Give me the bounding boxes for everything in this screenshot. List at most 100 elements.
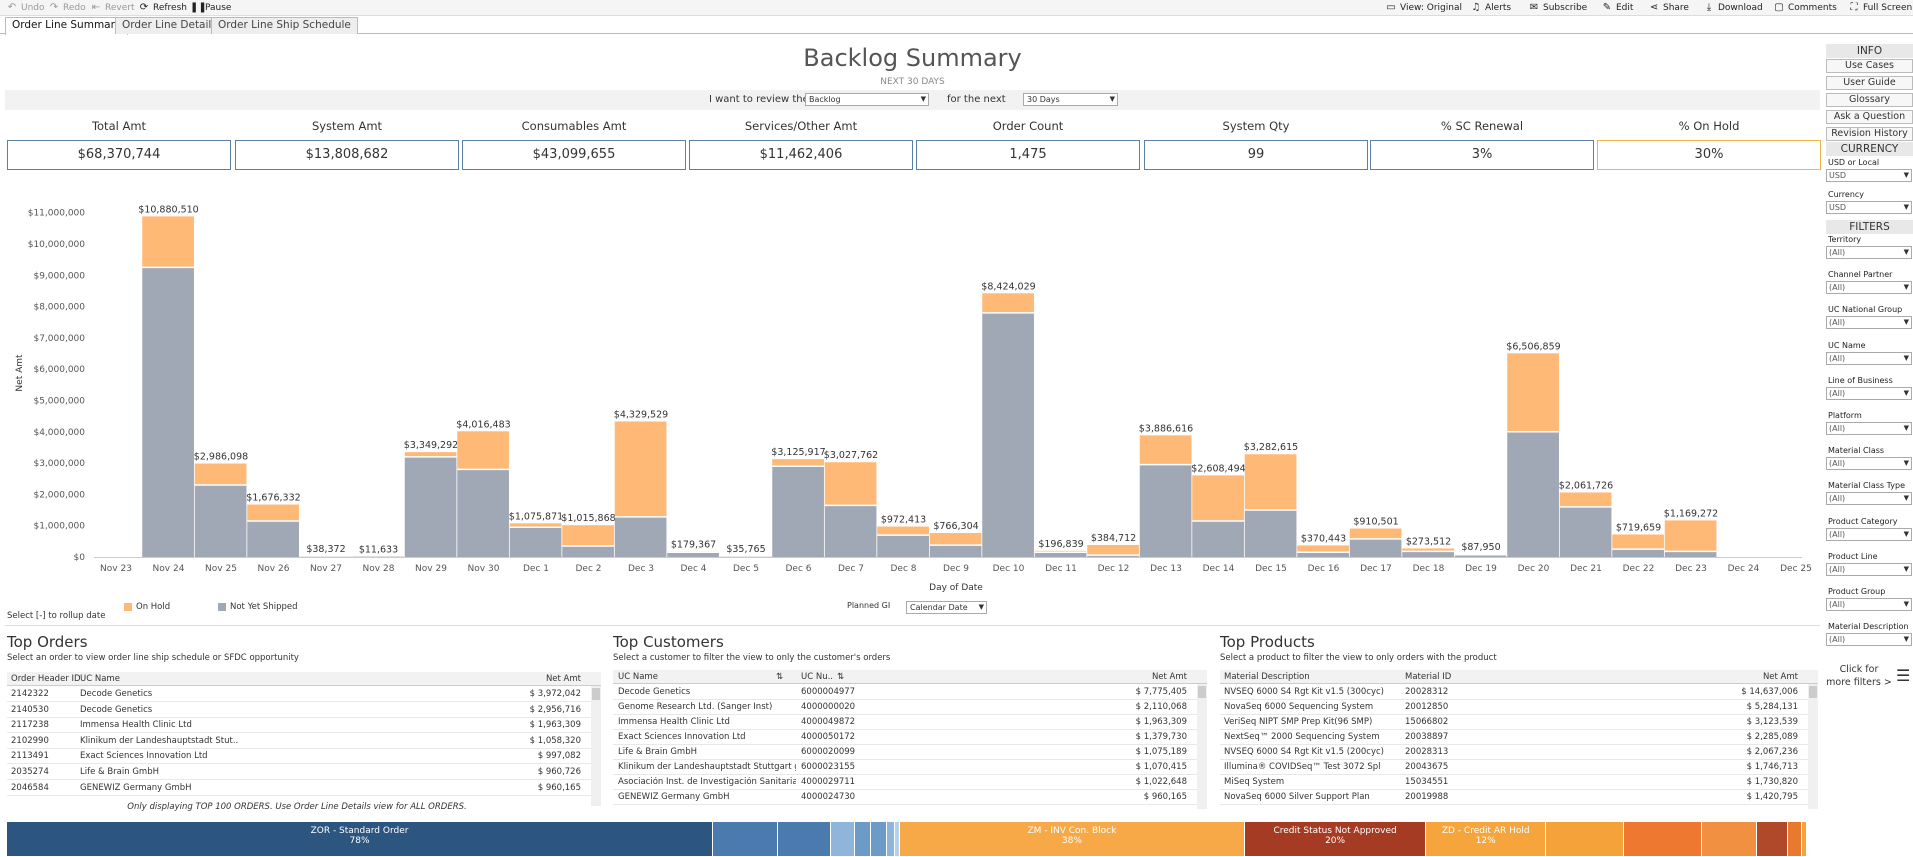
- bar-not-yet-shipped[interactable]: [1244, 510, 1297, 557]
- download-button[interactable]: ⤓ Download: [1703, 2, 1763, 14]
- bar-not-yet-shipped[interactable]: [457, 469, 509, 557]
- table-row[interactable]: NovaSeq 6000 Silver Support Plan 20019988…: [1220, 790, 1808, 805]
- table-row[interactable]: 2117238 Immensa Health Clinic Ltd $ 1,963,…: [7, 718, 591, 734]
- kpi-value-sc-renewal[interactable]: 3%: [1370, 140, 1594, 170]
- bar-on-hold[interactable]: [194, 463, 247, 485]
- table-row[interactable]: Illumina® COVIDSeq™ Test 3072 Spl 2004367…: [1220, 760, 1808, 775]
- bar-on-hold[interactable]: [1297, 545, 1349, 553]
- treemap-cell[interactable]: [1802, 822, 1808, 856]
- filter-select[interactable]: (All) ▼: [1826, 457, 1912, 471]
- tab-order-line-ship-schedule[interactable]: Order Line Ship Schedule: [211, 17, 358, 34]
- share-button[interactable]: ⋖ Share: [1648, 2, 1689, 14]
- bar-on-hold[interactable]: [1612, 534, 1664, 550]
- bar-on-hold[interactable]: [1192, 475, 1244, 521]
- bar-not-yet-shipped[interactable]: [1664, 551, 1717, 557]
- bar-on-hold[interactable]: [1507, 353, 1559, 432]
- table-row[interactable]: Life & Brain GmbH 6000020099 $ 1,075,189: [613, 745, 1197, 760]
- bar-not-yet-shipped[interactable]: [509, 527, 562, 557]
- kpi-value-consumables-amt[interactable]: $43,099,655: [462, 140, 686, 170]
- bar-on-hold[interactable]: [824, 462, 877, 506]
- bar-on-hold[interactable]: [1559, 492, 1612, 507]
- bar-on-hold[interactable]: [929, 533, 982, 546]
- bar-on-hold[interactable]: [614, 421, 667, 517]
- treemap-cell[interactable]: [1787, 822, 1803, 856]
- bar-not-yet-shipped[interactable]: [982, 312, 1034, 557]
- treemap-cell[interactable]: ZM - INV Con. Block 38%: [899, 822, 1245, 856]
- legend-not-shipped[interactable]: Not Yet Shipped: [218, 602, 297, 612]
- table-row[interactable]: Decode Genetics 6000004977 $ 7,775,405: [613, 685, 1197, 700]
- bar-on-hold[interactable]: [1349, 528, 1402, 539]
- user-guide-button[interactable]: User Guide: [1826, 76, 1913, 90]
- view-original-button[interactable]: ▭ View: Original: [1385, 2, 1462, 14]
- bar-not-yet-shipped[interactable]: [404, 456, 457, 557]
- filter-select[interactable]: USD ▼: [1826, 169, 1912, 182]
- table-row[interactable]: Immensa Health Clinic Ltd 4000049872 $ 1,9…: [613, 715, 1197, 730]
- kpi-value-total-amt[interactable]: $68,370,744: [7, 140, 231, 170]
- table-row[interactable]: Genome Research Ltd. (Sanger Inst) 400000…: [613, 700, 1197, 715]
- bar-on-hold[interactable]: [562, 525, 614, 547]
- treemap-cell[interactable]: [778, 822, 831, 856]
- treemap-cell[interactable]: [854, 822, 871, 856]
- treemap-cell[interactable]: [713, 822, 779, 856]
- bar-not-yet-shipped[interactable]: [142, 267, 194, 557]
- kpi-value-services-amt[interactable]: $11,462,406: [689, 140, 913, 170]
- filter-select[interactable]: (All) ▼: [1826, 281, 1912, 295]
- revert-button[interactable]: ⇤ Revert: [90, 2, 135, 14]
- ask-question-button[interactable]: Ask a Question: [1826, 110, 1913, 124]
- menu-icon[interactable]: ☰: [1896, 666, 1910, 685]
- bar-on-hold[interactable]: [772, 459, 824, 467]
- filter-select[interactable]: (All) ▼: [1826, 527, 1912, 541]
- scrollbar[interactable]: [591, 686, 601, 806]
- bar-on-hold[interactable]: [877, 526, 929, 536]
- table-row[interactable]: NextSeq™ 2000 Sequencing System 20038897 $…: [1220, 730, 1808, 745]
- bar-not-yet-shipped[interactable]: [824, 505, 877, 557]
- bar-not-yet-shipped[interactable]: [562, 546, 614, 557]
- more-filters-link[interactable]: Click for more filters >: [1826, 663, 1892, 689]
- filter-select[interactable]: (All) ▼: [1826, 562, 1912, 576]
- bar-on-hold[interactable]: [982, 293, 1034, 313]
- filter-select[interactable]: (All) ▼: [1826, 351, 1912, 365]
- treemap-cell[interactable]: [1624, 822, 1703, 856]
- filter-select[interactable]: (All) ▼: [1826, 422, 1912, 435]
- filter-select[interactable]: (All) ▼: [1826, 598, 1912, 611]
- kpi-value-order-count[interactable]: 1,475: [916, 140, 1140, 170]
- filter-select[interactable]: (All) ▼: [1826, 316, 1912, 330]
- table-row[interactable]: NovaSeq 6000 Sequencing System 20012850 $ …: [1220, 700, 1808, 715]
- table-row[interactable]: 2035274 Life & Brain GmbH $ 960,726: [7, 765, 591, 780]
- glossary-button[interactable]: Glossary: [1826, 93, 1913, 107]
- bar-not-yet-shipped[interactable]: [247, 521, 299, 557]
- kpi-value-system-amt[interactable]: $13,808,682: [235, 140, 459, 170]
- table-row[interactable]: NVSEQ 6000 S4 Rgt Kit v1.5 (300cyc) 20028…: [1220, 685, 1808, 700]
- bar-on-hold[interactable]: [247, 504, 299, 521]
- treemap-cell[interactable]: ZD - Credit AR Hold 12%: [1426, 822, 1547, 856]
- sort-icon[interactable]: ⇅: [837, 672, 844, 682]
- table-row[interactable]: MiSeq System 15034551 $ 1,730,820: [1220, 775, 1808, 790]
- bar-on-hold[interactable]: [457, 431, 509, 470]
- table-row[interactable]: Exact Sciences Innovation Ltd 4000050172 $…: [613, 730, 1197, 745]
- bar-not-yet-shipped[interactable]: [1559, 506, 1612, 557]
- alerts-button[interactable]: ♫ Alerts: [1470, 2, 1512, 14]
- kpi-value-system-qty[interactable]: 99: [1144, 140, 1368, 170]
- bar-not-yet-shipped[interactable]: [1192, 521, 1244, 557]
- table-row[interactable]: 2140530 Decode Genetics $ 2,956,716: [7, 703, 591, 718]
- treemap-cell[interactable]: [1702, 822, 1757, 856]
- kpi-value-on-hold[interactable]: 30%: [1597, 140, 1821, 170]
- treemap-cell[interactable]: [831, 822, 855, 856]
- tab-order-line-summary[interactable]: Order Line Summary: [5, 17, 129, 35]
- table-row[interactable]: NVSEQ 6000 S4 Rgt Kit v1.5 (200cyc) 20028…: [1220, 745, 1808, 760]
- planned-gi-select[interactable]: Calendar Date ▼: [906, 601, 987, 614]
- bar-not-yet-shipped[interactable]: [877, 535, 929, 557]
- treemap-cell[interactable]: [1756, 822, 1788, 856]
- bar-on-hold[interactable]: [1087, 544, 1139, 556]
- table-row[interactable]: Asociación Inst. de Investigación Sanita…: [613, 775, 1197, 790]
- bar-not-yet-shipped[interactable]: [929, 545, 982, 557]
- filter-select[interactable]: USD ▼: [1826, 201, 1912, 214]
- bar-on-hold[interactable]: [1244, 454, 1297, 511]
- review-select[interactable]: Backlog ▼: [805, 93, 929, 106]
- bar-not-yet-shipped[interactable]: [1139, 464, 1192, 557]
- comments-button[interactable]: ▢ Comments: [1773, 2, 1837, 14]
- undo-button[interactable]: ↶ Undo: [6, 2, 45, 14]
- treemap-cell[interactable]: [870, 822, 888, 856]
- bar-not-yet-shipped[interactable]: [1612, 549, 1664, 557]
- treemap-cell[interactable]: [887, 822, 895, 856]
